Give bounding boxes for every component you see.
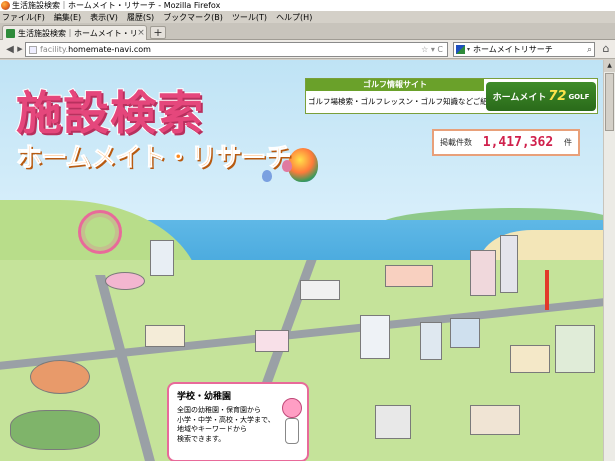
address-bar[interactable]: facility.homemate-navi.com ☆ ▾ C bbox=[25, 42, 448, 57]
pool-illustration[interactable] bbox=[105, 272, 145, 290]
golf-logo-text: ホームメイト bbox=[492, 93, 547, 103]
building-illustration[interactable] bbox=[470, 250, 496, 296]
counter-label: 掲載件数 bbox=[440, 138, 472, 147]
building-illustration[interactable] bbox=[360, 315, 390, 359]
building-illustration[interactable] bbox=[255, 330, 289, 352]
golf-banner-heading: ゴルフ情報サイト bbox=[306, 79, 484, 91]
menu-help[interactable]: ヘルプ(H) bbox=[276, 12, 312, 23]
home-button[interactable]: ⌂ bbox=[599, 43, 613, 57]
menu-tools[interactable]: ツール(T) bbox=[232, 12, 267, 23]
window-titlebar: 生活施設検索｜ホームメイト・リサーチ - Mozilla Firefox bbox=[0, 0, 615, 11]
tab-active[interactable]: 生活施設検索｜ホームメイト・リサーチ × bbox=[2, 25, 147, 40]
menu-file[interactable]: ファイル(F) bbox=[2, 12, 45, 23]
listing-counter: 掲載件数 1,417,362 件 bbox=[432, 129, 580, 156]
category-tooltip[interactable]: 学校・幼稚園 全国の幼稚園・保育園から 小学・中学・高校・大学まで、 地域やキー… bbox=[167, 382, 309, 461]
search-icon[interactable]: ⌕ bbox=[587, 45, 592, 55]
tab-close-icon[interactable]: × bbox=[136, 28, 146, 38]
mascot-character-illustration bbox=[279, 398, 305, 450]
page-content: 施設検索 ホームメイト・リサーチ ゴルフ情報サイト ゴルフ場検索・ゴルフレッスン… bbox=[0, 60, 603, 461]
golf-logo-sub: GOLF bbox=[568, 92, 590, 101]
mascot-body bbox=[285, 418, 299, 444]
tab-label: 生活施設検索｜ホームメイト・リサーチ bbox=[18, 28, 136, 38]
balloon-illustration bbox=[288, 148, 318, 182]
url-domain: homemate-navi.com bbox=[68, 45, 151, 54]
building-illustration[interactable] bbox=[420, 322, 442, 360]
building-illustration[interactable] bbox=[500, 235, 518, 293]
building-illustration[interactable] bbox=[385, 265, 433, 287]
building-illustration[interactable] bbox=[510, 345, 550, 373]
menu-view[interactable]: 表示(V) bbox=[90, 12, 118, 23]
building-illustration[interactable] bbox=[300, 280, 340, 300]
scrollbar-thumb[interactable] bbox=[605, 73, 614, 131]
ferris-wheel-illustration bbox=[78, 210, 122, 254]
vertical-scrollbar[interactable]: ▲ bbox=[603, 60, 615, 461]
url-text[interactable]: facility.homemate-navi.com bbox=[40, 45, 421, 54]
menu-bar: ファイル(F) 編集(E) 表示(V) 履歴(S) ブックマーク(B) ツール(… bbox=[0, 11, 615, 23]
menu-history[interactable]: 履歴(S) bbox=[127, 12, 154, 23]
tooltip-line: 小学・中学・高校・大学まで、 bbox=[177, 415, 275, 424]
tooltip-line: 検索できます。 bbox=[177, 434, 226, 443]
navigation-toolbar: ◀ ▶ facility.homemate-navi.com ☆ ▾ C ▾ ホ… bbox=[0, 40, 615, 59]
search-input[interactable]: ホームメイトリサーチ bbox=[473, 44, 587, 55]
building-illustration[interactable] bbox=[470, 405, 520, 435]
building-illustration[interactable] bbox=[375, 405, 411, 439]
dome-illustration[interactable] bbox=[30, 360, 90, 394]
menu-bookmarks[interactable]: ブックマーク(B) bbox=[163, 12, 223, 23]
golf-banner-description: ゴルフ場検索・ゴルフレッスン・ゴルフ知識などご紹介 bbox=[308, 97, 496, 106]
site-logo-subtitle[interactable]: ホームメイト・リサーチ bbox=[15, 137, 291, 174]
building-illustration[interactable] bbox=[145, 325, 185, 347]
menu-edit[interactable]: 編集(E) bbox=[54, 12, 81, 23]
counter-unit: 件 bbox=[563, 138, 572, 147]
tab-bar: 生活施設検索｜ホームメイト・リサーチ × + bbox=[0, 23, 615, 40]
new-tab-button[interactable]: + bbox=[150, 26, 166, 39]
tooltip-title: 学校・幼稚園 bbox=[177, 392, 232, 402]
golf-site-banner[interactable]: ゴルフ情報サイト ゴルフ場検索・ゴルフレッスン・ゴルフ知識などご紹介 ホームメイ… bbox=[305, 78, 598, 114]
tower-illustration bbox=[545, 270, 549, 310]
window-title: 生活施設検索｜ホームメイト・リサーチ - Mozilla Firefox bbox=[12, 1, 221, 10]
url-controls[interactable]: ☆ ▾ C bbox=[421, 45, 443, 54]
search-engine-icon[interactable] bbox=[456, 45, 465, 54]
building-illustration[interactable] bbox=[150, 240, 174, 276]
search-bar[interactable]: ▾ ホームメイトリサーチ ⌕ bbox=[453, 42, 595, 57]
golf-logo-number: 72 bbox=[548, 89, 567, 104]
counter-value: 1,417,362 bbox=[482, 135, 554, 150]
url-subdomain: facility. bbox=[40, 45, 69, 54]
scroll-up-icon[interactable]: ▲ bbox=[604, 60, 615, 72]
tooltip-line: 全国の幼稚園・保育園から bbox=[177, 406, 261, 414]
tooltip-line: 地域やキーワードから bbox=[177, 425, 247, 433]
homemate72-golf-logo[interactable]: ホームメイト 72 GOLF bbox=[486, 82, 596, 111]
building-illustration[interactable] bbox=[555, 325, 595, 373]
mascot-head bbox=[282, 398, 302, 418]
stadium-illustration[interactable] bbox=[10, 410, 100, 450]
site-logo-title[interactable]: 施設検索 bbox=[15, 77, 204, 143]
tooltip-body: 全国の幼稚園・保育園から 小学・中学・高校・大学まで、 地域やキーワードから 検… bbox=[177, 406, 275, 444]
building-illustration[interactable] bbox=[450, 318, 480, 348]
site-favicon-icon bbox=[6, 28, 15, 38]
site-identity-icon[interactable] bbox=[29, 45, 37, 54]
chevron-down-icon[interactable]: ▾ bbox=[467, 46, 470, 53]
firefox-icon bbox=[1, 1, 10, 10]
